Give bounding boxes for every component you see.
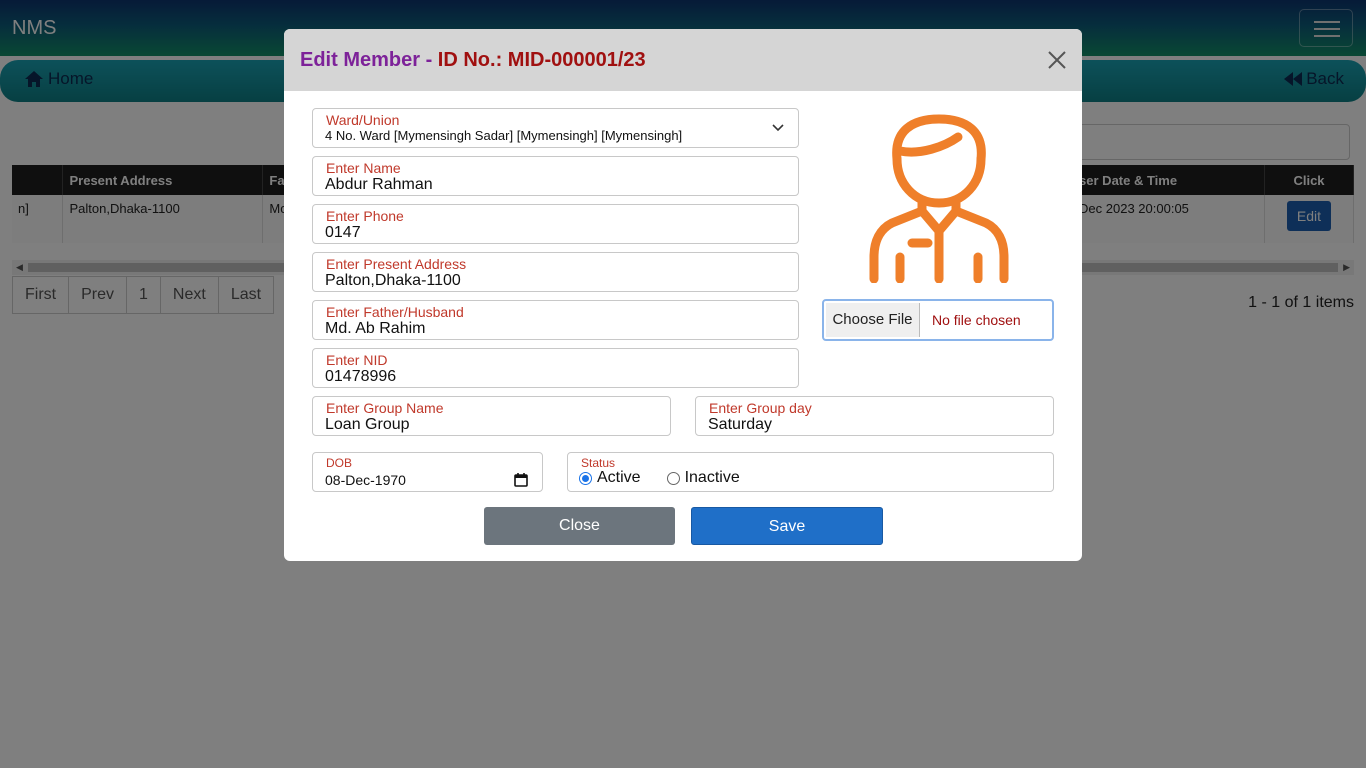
name-value: Abdur Rahman (325, 176, 433, 193)
group-day-label: Enter Group day (709, 400, 812, 416)
dob-field[interactable]: DOB 08-Dec-1970 (312, 452, 543, 492)
modal-title-id: ID No.: MID-000001/23 (437, 49, 646, 71)
ward-union-label: Ward/Union (326, 112, 400, 128)
calendar-icon[interactable] (514, 473, 528, 487)
file-status: No file chosen (932, 312, 1021, 328)
father-husband-value: Md. Ab Rahim (325, 320, 426, 337)
group-day-field[interactable]: Enter Group day Saturday (695, 396, 1054, 436)
present-address-value: Palton,Dhaka-1100 (325, 272, 461, 289)
status-inactive-radio[interactable] (666, 471, 680, 485)
ward-union-value: 4 No. Ward [Mymensingh Sadar] [Mymensing… (325, 128, 683, 143)
member-avatar-icon (869, 114, 1009, 283)
modal-header: Edit Member - ID No.: MID-000001/23 (284, 29, 1082, 91)
modal-title: Edit Member - ID No.: MID-000001/23 (300, 49, 646, 72)
phone-label: Enter Phone (326, 208, 404, 224)
dob-value: 08-Dec-1970 (325, 472, 406, 488)
nid-label: Enter NID (326, 352, 388, 368)
group-name-value: Loan Group (325, 416, 410, 433)
status-active-label[interactable]: Active (597, 469, 641, 487)
chevron-down-icon (772, 124, 784, 132)
father-husband-field[interactable]: Enter Father/Husband Md. Ab Rahim (312, 300, 799, 340)
modal-title-prefix: Edit Member - (300, 49, 438, 71)
photo-file-input[interactable]: Choose File No file chosen (822, 299, 1054, 341)
save-button[interactable]: Save (691, 507, 883, 545)
dob-label: DOB (326, 456, 353, 470)
name-field[interactable]: Enter Name Abdur Rahman (312, 156, 799, 196)
status-active-radio[interactable] (579, 471, 592, 485)
name-label: Enter Name (326, 160, 401, 176)
present-address-field[interactable]: Enter Present Address Palton,Dhaka-1100 (312, 252, 799, 292)
group-day-value: Saturday (708, 416, 773, 433)
present-address-label: Enter Present Address (326, 256, 467, 272)
phone-value: 0147 (325, 224, 361, 241)
choose-file-button[interactable]: Choose File (826, 303, 920, 337)
nid-value: 01478996 (325, 368, 397, 385)
status-label: Status (581, 456, 616, 470)
father-husband-label: Enter Father/Husband (326, 304, 464, 320)
status-radio-group: Active Inactive (579, 469, 740, 487)
group-name-field[interactable]: Enter Group Name Loan Group (312, 396, 671, 436)
phone-field[interactable]: Enter Phone 0147 (312, 204, 799, 244)
close-button[interactable]: Close (484, 507, 675, 545)
close-icon[interactable] (1044, 47, 1070, 73)
status-field: Status Active Inactive (567, 452, 1054, 492)
edit-member-modal: Edit Member - ID No.: MID-000001/23 Ward… (284, 29, 1082, 561)
ward-union-select[interactable]: Ward/Union 4 No. Ward [Mymensingh Sadar]… (312, 108, 799, 148)
nid-field[interactable]: Enter NID 01478996 (312, 348, 799, 388)
group-name-label: Enter Group Name (326, 400, 444, 416)
status-inactive-label[interactable]: Inactive (685, 469, 740, 487)
